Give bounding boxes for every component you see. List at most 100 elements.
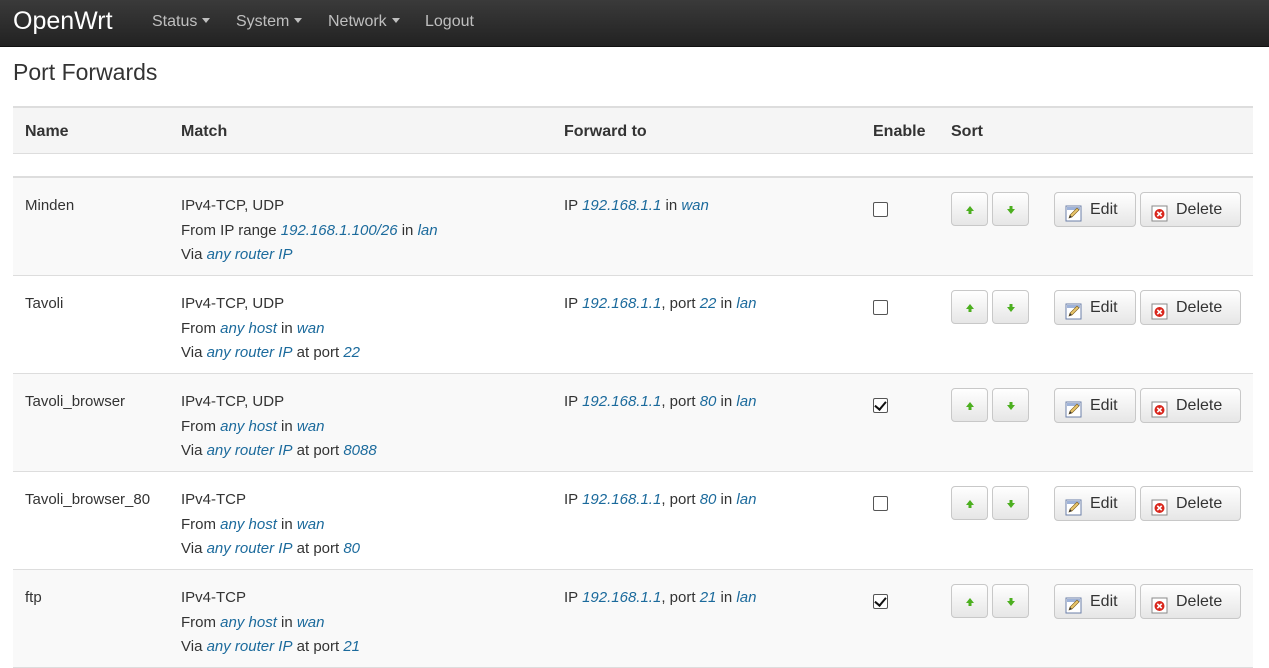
match-line: From any host in wan xyxy=(181,611,360,636)
forward-value: 22 xyxy=(699,295,717,312)
caret-down-icon xyxy=(294,18,303,24)
edit-button[interactable]: Edit xyxy=(1054,486,1136,521)
edit-button[interactable]: Edit xyxy=(1054,388,1136,423)
edit-icon xyxy=(1065,397,1082,418)
rule-name: ftp xyxy=(25,589,42,606)
brand-logo[interactable]: OpenWrt xyxy=(13,6,113,36)
edit-button-label: Edit xyxy=(1090,495,1118,512)
forward-text: , port xyxy=(661,491,700,508)
match-line: IPv4-TCP xyxy=(181,488,360,513)
match-text: at port xyxy=(292,638,344,655)
match-text: Via xyxy=(181,344,207,361)
caret-down-icon xyxy=(391,18,400,24)
arrow-down-icon xyxy=(1007,206,1015,214)
move-down-button[interactable] xyxy=(992,290,1029,324)
match-value: 80 xyxy=(343,540,361,557)
move-down-button[interactable] xyxy=(992,192,1029,226)
forward-text: in xyxy=(716,589,737,606)
table-row: ftp IPv4-TCP From any host in wan Via any r… xyxy=(13,570,1253,668)
match-text: in xyxy=(276,515,297,533)
match-text: Via xyxy=(181,540,207,557)
delete-button[interactable]: Delete xyxy=(1140,486,1241,521)
edit-button[interactable]: Edit xyxy=(1054,290,1136,325)
match-value: any router IP xyxy=(206,638,293,655)
table-row: Minden IPv4-TCP, UDP From IP range 192.168… xyxy=(13,178,1253,276)
delete-button-label: Delete xyxy=(1176,593,1223,610)
arrow-down-icon xyxy=(1007,402,1015,410)
enable-checkbox[interactable] xyxy=(873,398,888,413)
page-title: Port Forwards xyxy=(13,59,158,85)
forward-value: lan xyxy=(736,589,757,606)
match-value: any host xyxy=(220,319,277,337)
column-header-enable: Enable xyxy=(873,123,926,140)
edit-button[interactable]: Edit xyxy=(1054,192,1136,227)
table-row: Tavoli IPv4-TCP, UDP From any host in wan V… xyxy=(13,276,1253,374)
match-value: any router IP xyxy=(206,442,293,459)
edit-button-label: Edit xyxy=(1090,299,1118,316)
move-down-button[interactable] xyxy=(992,584,1029,618)
match-value: 8088 xyxy=(343,442,377,459)
move-up-button[interactable] xyxy=(951,584,988,618)
match-text: From IP range xyxy=(181,221,281,239)
delete-icon xyxy=(1151,299,1168,320)
delete-icon xyxy=(1151,495,1168,516)
rule-forward-to: IP 192.168.1.1, port 22 in lan xyxy=(564,292,756,317)
match-text: at port xyxy=(292,540,344,557)
match-text: IPv4-TCP, UDP xyxy=(181,197,285,214)
match-text: in xyxy=(276,417,297,435)
nav-logout-link[interactable]: Logout xyxy=(425,13,474,31)
match-text: in xyxy=(276,613,297,631)
nav-menu-network[interactable]: Network xyxy=(328,13,400,31)
rule-forward-to: IP 192.168.1.1, port 80 in lan xyxy=(564,390,756,415)
match-value: wan xyxy=(296,319,325,337)
forward-line: IP 192.168.1.1 in wan xyxy=(564,194,709,219)
forward-value: wan xyxy=(681,197,709,214)
match-line: From any host in wan xyxy=(181,513,360,538)
move-up-button[interactable] xyxy=(951,290,988,324)
move-down-button[interactable] xyxy=(992,388,1029,422)
edit-button[interactable]: Edit xyxy=(1054,584,1136,619)
nav-menu-network-label: Network xyxy=(328,13,387,30)
match-text: IPv4-TCP xyxy=(181,491,247,508)
match-text: Via xyxy=(181,246,207,263)
arrow-down-icon xyxy=(1007,598,1015,606)
nav-menu-status[interactable]: Status xyxy=(152,13,211,31)
delete-button[interactable]: Delete xyxy=(1140,388,1241,423)
enable-checkbox[interactable] xyxy=(873,300,888,315)
match-value: any host xyxy=(220,515,277,533)
match-value: any host xyxy=(220,613,277,631)
enable-checkbox[interactable] xyxy=(873,202,888,217)
forward-text: in xyxy=(716,295,737,312)
forward-text: IP xyxy=(564,393,583,410)
nav-menu-system[interactable]: System xyxy=(236,13,303,31)
delete-button[interactable]: Delete xyxy=(1140,584,1241,619)
match-text: From xyxy=(181,417,221,435)
caret-down-icon xyxy=(202,18,211,24)
forward-value: 192.168.1.1 xyxy=(582,393,662,410)
edit-button-label: Edit xyxy=(1090,593,1118,610)
match-line: IPv4-TCP, UDP xyxy=(181,390,377,415)
match-line: IPv4-TCP, UDP xyxy=(181,292,360,317)
delete-button-label: Delete xyxy=(1176,299,1223,316)
move-up-button[interactable] xyxy=(951,486,988,520)
arrow-up-icon xyxy=(966,500,974,508)
match-text: IPv4-TCP xyxy=(181,589,247,606)
match-text: From xyxy=(181,515,221,533)
arrow-up-icon xyxy=(966,304,974,312)
enable-checkbox[interactable] xyxy=(873,594,888,609)
forward-line: IP 192.168.1.1, port 80 in lan xyxy=(564,390,756,415)
delete-button[interactable]: Delete xyxy=(1140,290,1241,325)
delete-button-label: Delete xyxy=(1176,201,1223,218)
move-up-button[interactable] xyxy=(951,192,988,226)
move-down-button[interactable] xyxy=(992,486,1029,520)
edit-icon xyxy=(1065,593,1082,614)
match-value: any router IP xyxy=(206,344,293,361)
match-text: at port xyxy=(292,442,344,459)
match-value: 192.168.1.100/26 xyxy=(280,221,398,239)
move-up-button[interactable] xyxy=(951,388,988,422)
match-line: IPv4-TCP xyxy=(181,586,360,611)
delete-button[interactable]: Delete xyxy=(1140,192,1241,227)
table-header: Name Match Forward to Enable Sort xyxy=(13,108,1253,154)
enable-checkbox[interactable] xyxy=(873,496,888,511)
forward-value: 21 xyxy=(699,589,717,606)
